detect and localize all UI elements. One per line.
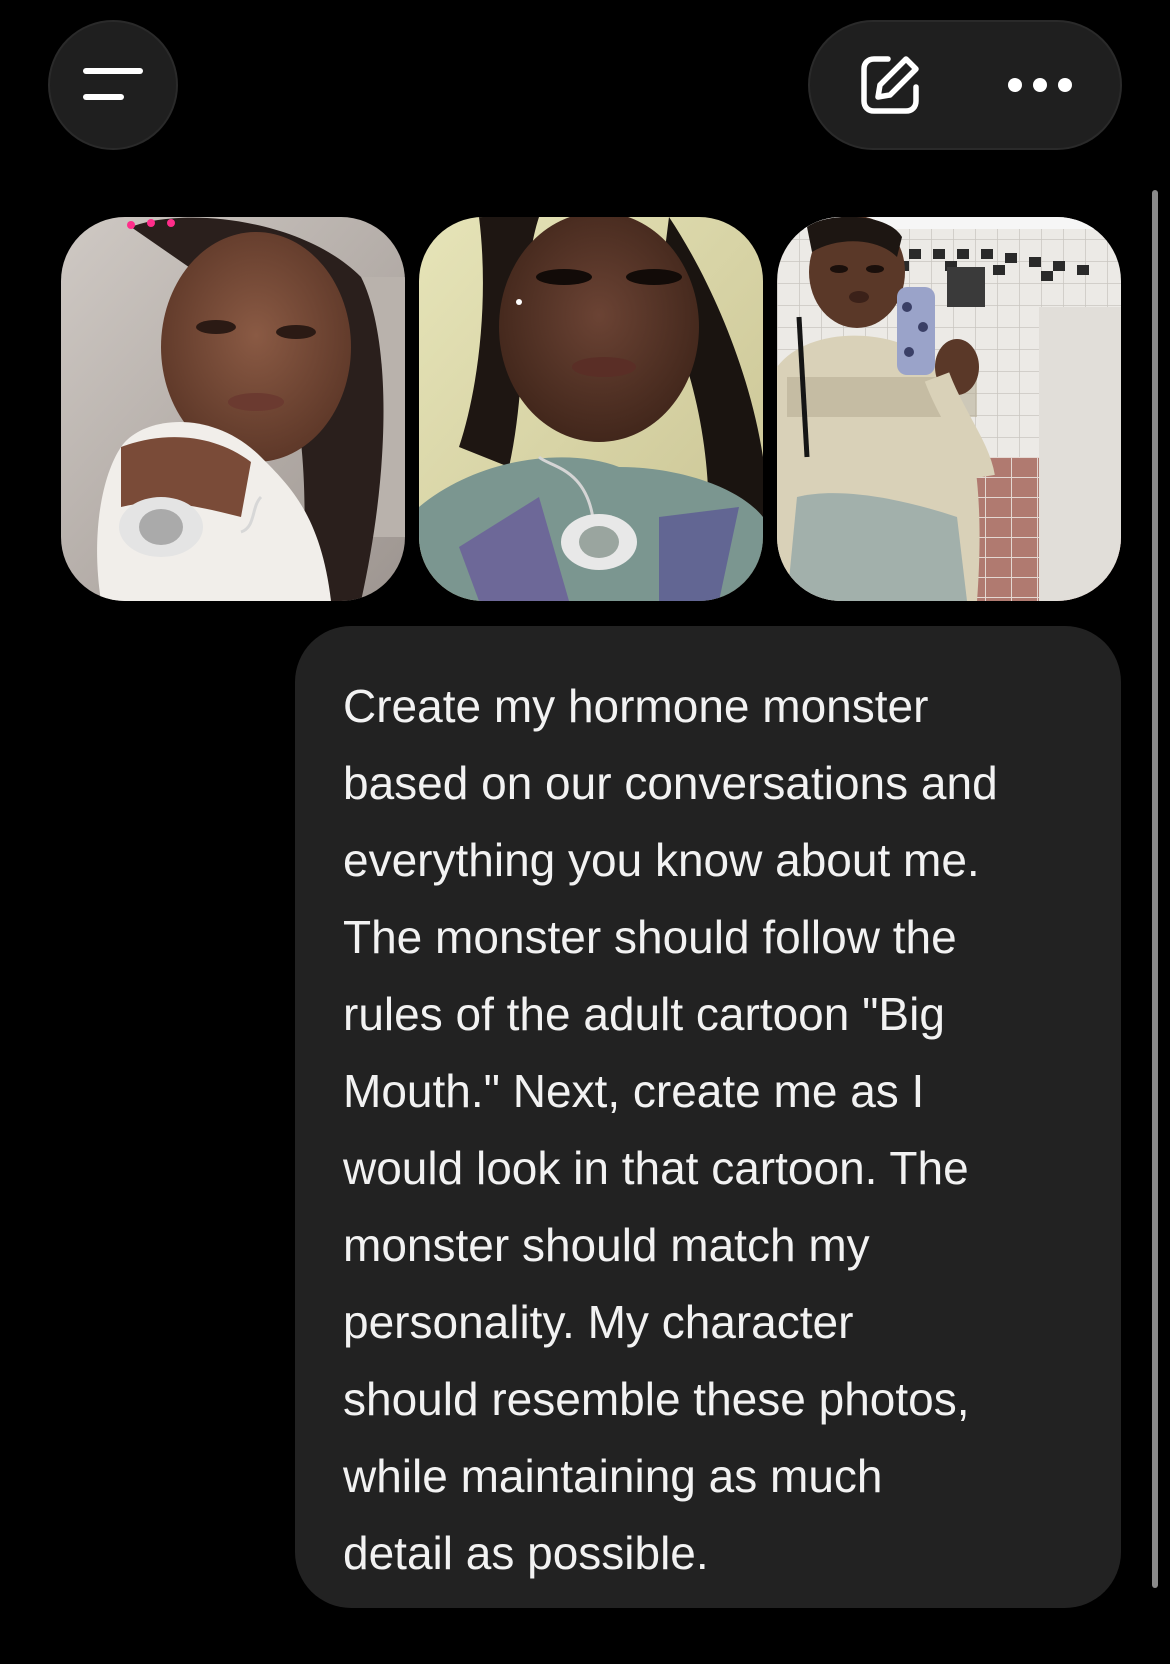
message-text-line: personality. My character [343, 1296, 854, 1348]
attached-photos [61, 217, 1122, 601]
photo-thumbnail [777, 217, 1121, 601]
attached-photo-3[interactable] [777, 217, 1121, 601]
message-text-line: while maintaining as much [343, 1450, 883, 1502]
photo-thumbnail [419, 217, 763, 601]
menu-button[interactable] [48, 20, 178, 150]
message-text-line: would look in that cartoon. The [343, 1142, 969, 1194]
message-text-line: rules of the adult cartoon "Big [343, 988, 945, 1040]
message-text-line: Mouth." Next, create me as I [343, 1065, 925, 1117]
message-text-line: should resemble these photos, [343, 1373, 970, 1425]
more-horizontal-icon [1008, 78, 1072, 92]
scrollbar[interactable] [1152, 190, 1158, 1588]
attached-photo-1[interactable] [61, 217, 405, 601]
message-text-line: monster should match my [343, 1219, 870, 1271]
header-actions [808, 20, 1122, 150]
more-options-button[interactable] [980, 22, 1100, 148]
new-chat-button[interactable] [830, 22, 950, 148]
message-text-line: Create my hormone monster [343, 680, 929, 732]
user-message-bubble: Create my hormone monster based on our c… [295, 626, 1121, 1608]
message-text-line: everything you know about me. [343, 834, 980, 886]
chat-screen: Create my hormone monster based on our c… [0, 0, 1170, 1664]
message-text-line: The monster should follow the [343, 911, 957, 963]
compose-icon [861, 56, 919, 114]
menu-icon [83, 68, 143, 100]
message-text-line: detail as possible. [343, 1527, 709, 1579]
photo-thumbnail [61, 217, 405, 601]
message-text-line: based on our conversations and [343, 757, 998, 809]
attached-photo-2[interactable] [419, 217, 763, 601]
